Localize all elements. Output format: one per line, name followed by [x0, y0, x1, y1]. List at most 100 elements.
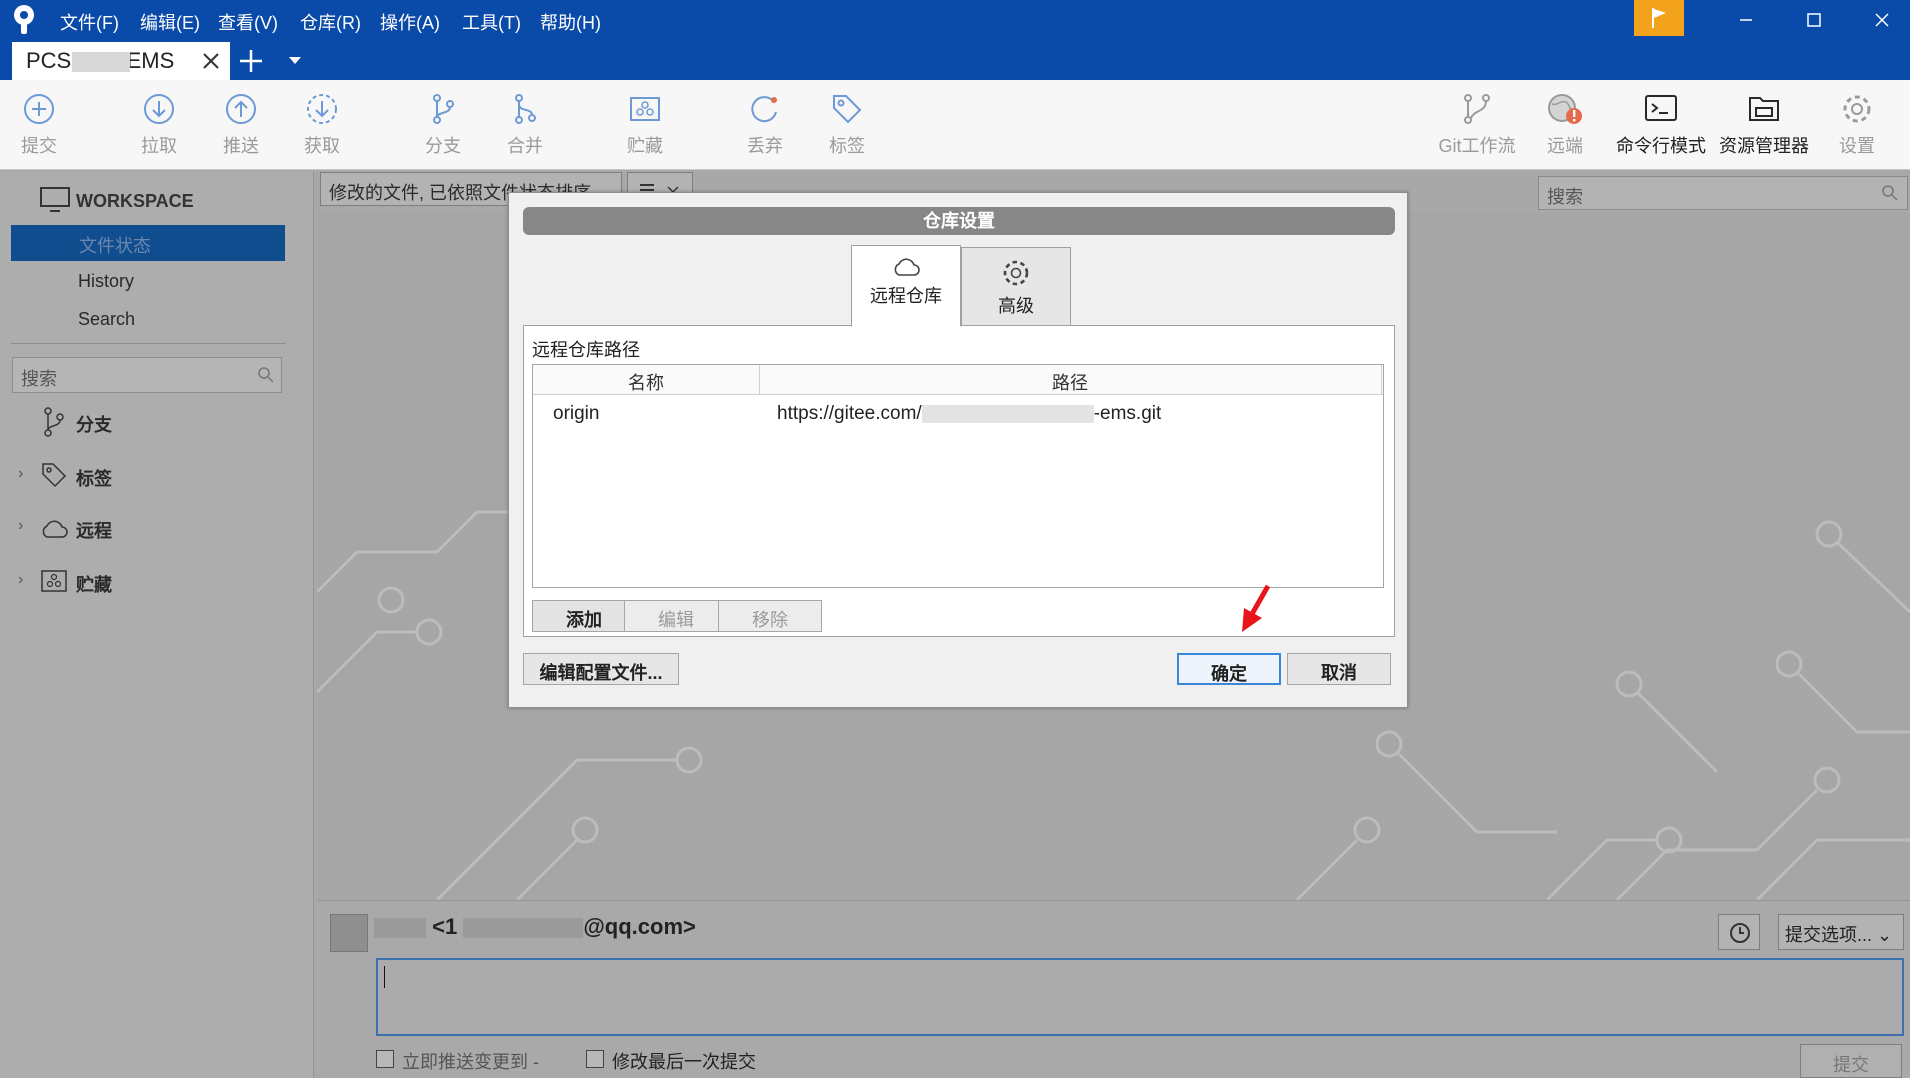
push-immediately-label: 立即推送变更到 -	[402, 1052, 539, 1072]
main-search-input[interactable]: 搜索	[1538, 176, 1908, 210]
cloud-icon	[894, 258, 920, 276]
sidebar-item-branches[interactable]: 分支	[76, 411, 112, 437]
tab-remote-repos[interactable]: 远程仓库	[851, 245, 961, 327]
avatar	[330, 914, 368, 952]
remote-globe-icon	[1548, 94, 1582, 124]
commit-history-button[interactable]	[1718, 914, 1760, 950]
sidebar-search-input[interactable]: 搜索	[12, 357, 282, 393]
branch-icon	[44, 407, 64, 437]
push-button[interactable]: 推送	[196, 92, 286, 162]
add-remote-button[interactable]: 添加	[532, 600, 636, 632]
tag-button[interactable]: 标签	[802, 92, 892, 162]
edit-config-file-button[interactable]: 编辑配置文件...	[523, 653, 679, 685]
amend-label: 修改最后一次提交	[612, 1052, 756, 1072]
stash-icon	[41, 570, 67, 592]
tab-advanced[interactable]: 高级	[961, 247, 1071, 327]
close-tab-icon[interactable]	[200, 50, 222, 72]
explorer-button[interactable]: 资源管理器	[1714, 92, 1814, 162]
expand-chevron-icon[interactable]: ›	[18, 571, 23, 589]
commit-button[interactable]: 提交	[0, 92, 84, 162]
gitflow-button[interactable]: Git工作流	[1432, 92, 1522, 162]
explorer-icon	[1749, 97, 1779, 121]
column-header-path[interactable]: 路径	[759, 369, 1381, 395]
cancel-button[interactable]: 取消	[1287, 653, 1391, 685]
redacted-block	[463, 918, 584, 939]
expand-chevron-icon[interactable]: ›	[18, 517, 23, 535]
remotes-table: 名称 路径 origin https://gitee.com/-ems.git	[532, 364, 1384, 588]
expand-chevron-icon[interactable]: ›	[18, 465, 23, 483]
minimize-button[interactable]	[1716, 0, 1776, 40]
flag-icon	[1652, 8, 1666, 28]
repo-settings-dialog: 仓库设置 远程仓库 高级 远程仓库路径 名称 路径 origin https:/…	[508, 192, 1408, 708]
flag-button[interactable]	[1634, 0, 1684, 36]
merge-button[interactable]: 合并	[480, 92, 570, 162]
column-header-name[interactable]: 名称	[533, 369, 759, 395]
sidebar-item-search[interactable]: Search	[78, 309, 135, 330]
explorer-label: 资源管理器	[1719, 136, 1809, 156]
settings-button[interactable]: 设置	[1812, 92, 1902, 162]
monitor-icon	[40, 187, 70, 212]
menu-tools[interactable]: 工具(T)	[462, 9, 521, 35]
file-status-label: 文件状态	[79, 236, 151, 256]
remote-name: origin	[553, 403, 600, 424]
toolbar: 提交 拉取 推送 获取 分支 合并 贮藏 丢弃 标签 Git工作流 远端 命令行…	[0, 80, 1910, 170]
discard-button[interactable]: 丢弃	[720, 92, 810, 162]
table-header: 名称 路径	[533, 365, 1383, 395]
merge-label: 合并	[507, 136, 543, 156]
author-email-end: @qq.com>	[583, 914, 696, 939]
tab-bar	[0, 40, 1910, 80]
search-icon	[1882, 185, 1898, 201]
fetch-label: 获取	[304, 136, 340, 156]
commit-submit-button[interactable]: 提交	[1800, 1044, 1902, 1078]
menu-view[interactable]: 查看(V)	[218, 9, 278, 35]
stash-button[interactable]: 贮藏	[600, 92, 690, 162]
terminal-label: 命令行模式	[1616, 136, 1706, 156]
pull-button[interactable]: 拉取	[114, 92, 204, 162]
menu-actions[interactable]: 操作(A)	[380, 9, 440, 35]
branch-icon	[433, 94, 454, 124]
tag-icon	[42, 463, 67, 488]
sidebar-item-stashes[interactable]: 贮藏	[76, 571, 112, 597]
gear-icon	[1003, 260, 1029, 286]
menu-edit[interactable]: 编辑(E)	[140, 9, 200, 35]
clock-icon	[1730, 923, 1750, 943]
commit-options-dropdown[interactable]: 提交选项... ⌄	[1778, 914, 1904, 950]
branch-button[interactable]: 分支	[398, 92, 488, 162]
stash-label: 贮藏	[627, 136, 663, 156]
sidebar: WORKSPACE 文件状态 History Search 搜索 分支 › 标签…	[0, 171, 314, 1078]
tag-icon	[833, 95, 862, 124]
remote-button[interactable]: 远端	[1520, 92, 1610, 162]
sourcetree-logo-icon	[14, 5, 34, 34]
maximize-icon	[1807, 13, 1821, 27]
repo-tab[interactable]: PCS- EMS	[12, 42, 230, 80]
column-divider	[1381, 365, 1382, 395]
minimize-icon	[1740, 19, 1752, 21]
maximize-button[interactable]	[1784, 0, 1844, 40]
search-icon	[258, 367, 274, 383]
add-tab-icon[interactable]	[238, 48, 264, 74]
fetch-icon	[307, 94, 337, 124]
close-window-button[interactable]	[1852, 0, 1910, 40]
menu-repository[interactable]: 仓库(R)	[300, 9, 361, 35]
commit-message-input[interactable]	[376, 958, 1904, 1036]
sidebar-item-remotes[interactable]: 远程	[76, 517, 112, 543]
commit-options-label: 提交选项...	[1785, 925, 1873, 945]
fetch-button[interactable]: 获取	[277, 92, 367, 162]
edit-remote-button[interactable]: 编辑	[624, 600, 728, 632]
sidebar-item-file-status[interactable]: 文件状态	[11, 225, 285, 261]
close-icon	[1875, 13, 1889, 27]
pull-icon	[144, 94, 174, 124]
tab-advanced-label: 高级	[998, 296, 1034, 316]
ok-button[interactable]: 确定	[1177, 653, 1281, 685]
tag-label: 标签	[829, 136, 865, 156]
menu-help[interactable]: 帮助(H)	[540, 9, 601, 35]
push-immediately-checkbox[interactable]	[376, 1050, 394, 1068]
menu-file[interactable]: 文件(F)	[60, 9, 119, 35]
gitflow-icon	[1464, 94, 1490, 124]
amend-checkbox[interactable]	[586, 1050, 604, 1068]
sidebar-item-history[interactable]: History	[78, 271, 134, 292]
tab-dropdown-icon[interactable]	[288, 56, 302, 66]
sidebar-item-tags[interactable]: 标签	[76, 465, 112, 491]
remove-remote-button[interactable]: 移除	[718, 600, 822, 632]
terminal-button[interactable]: 命令行模式	[1611, 92, 1711, 162]
